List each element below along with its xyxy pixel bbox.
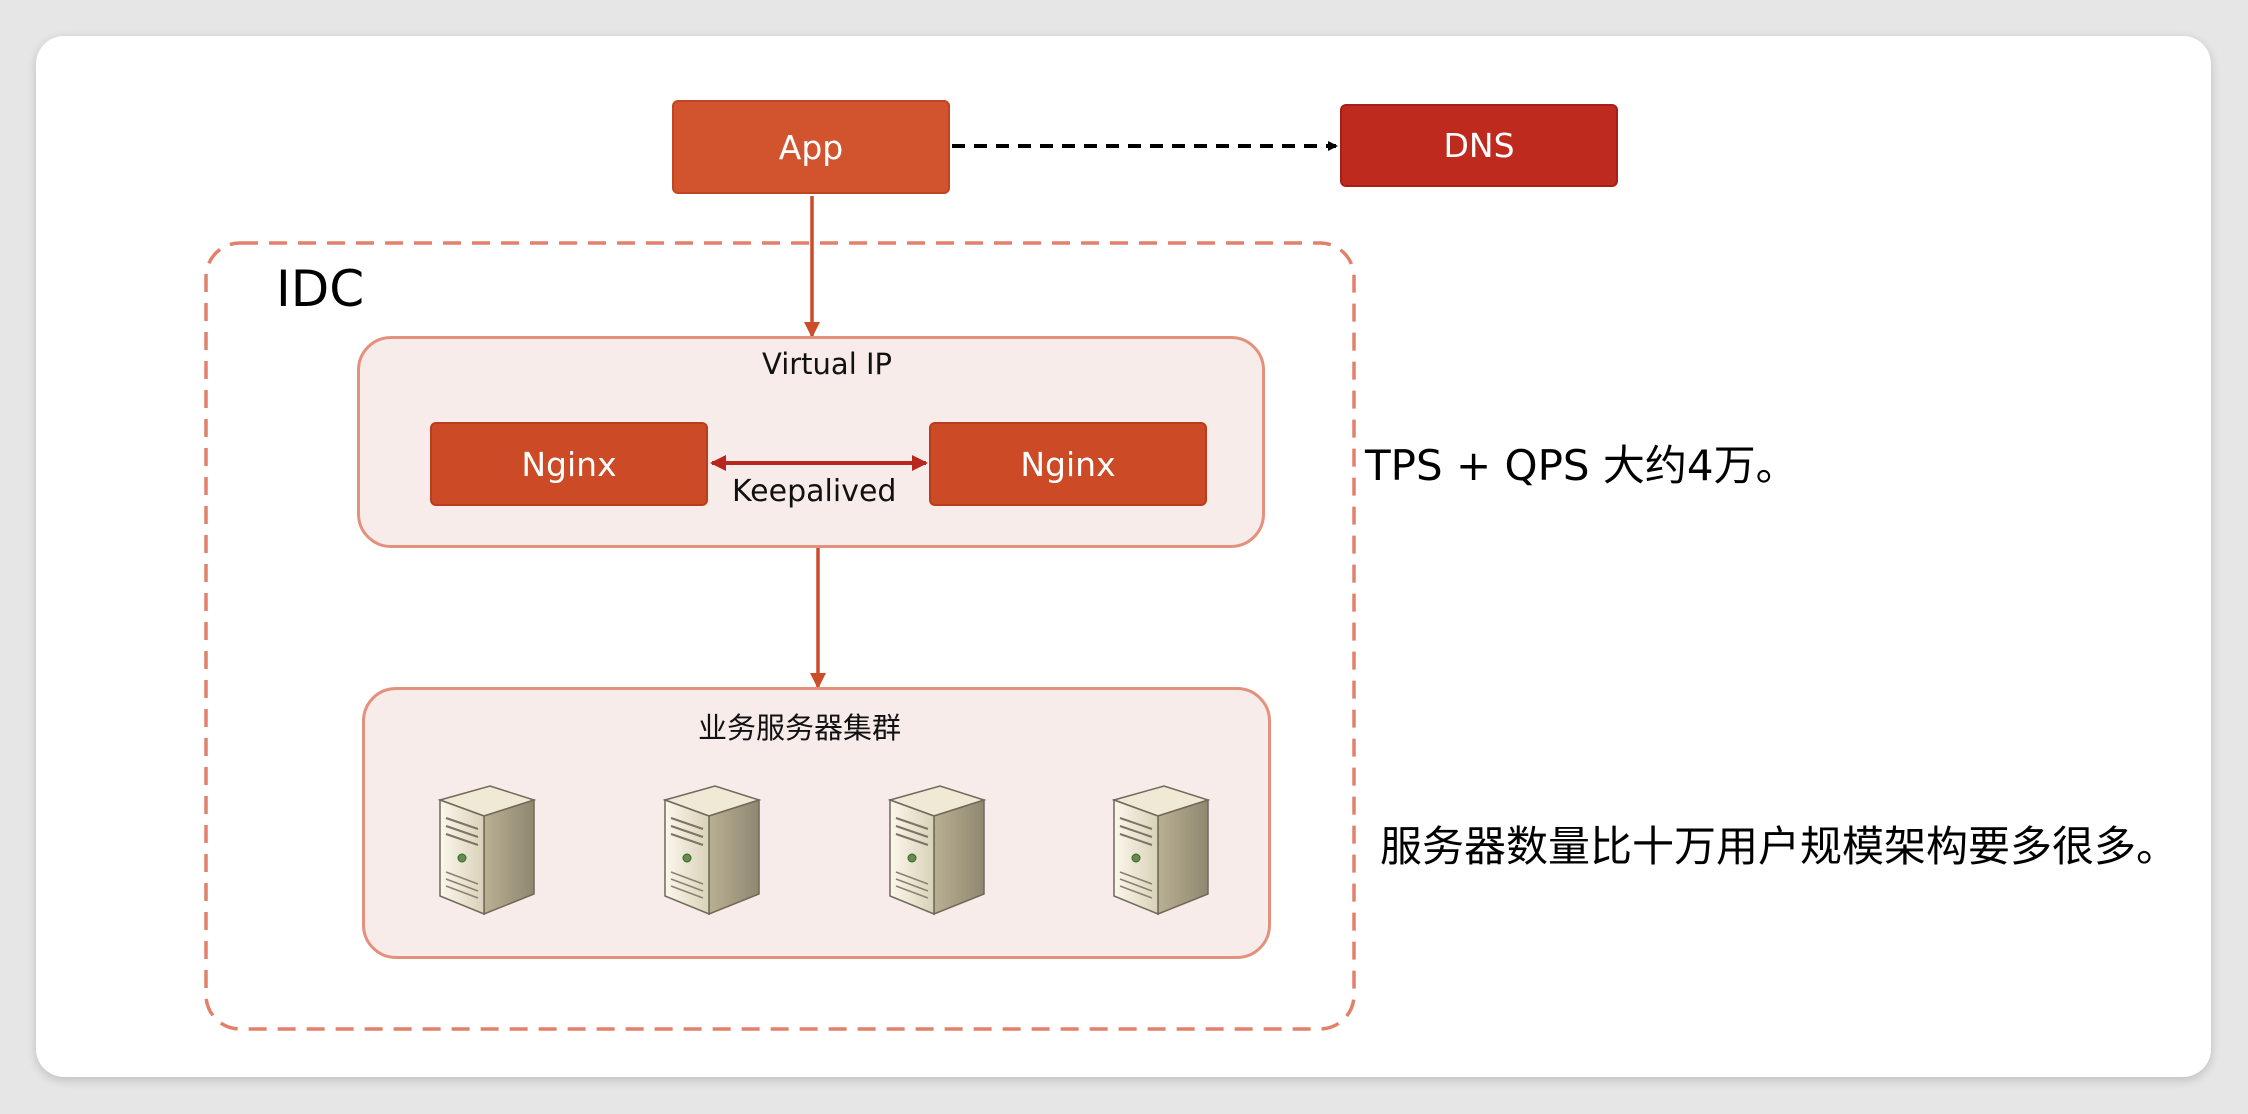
server-icon: [884, 776, 988, 920]
server-icon: [1108, 776, 1212, 920]
idc-label: IDC: [276, 260, 365, 318]
server-icon: [659, 776, 763, 920]
nginx-node-left: Nginx: [430, 422, 708, 506]
keepalived-label: Keepalived: [732, 474, 897, 509]
nginx-node-right: Nginx: [929, 422, 1207, 506]
server-count-note: 服务器数量比十万用户规模架构要多很多。: [1380, 822, 2179, 871]
server-cluster-label: 业务服务器集群: [698, 711, 902, 745]
app-node: App: [672, 100, 950, 194]
diagram-canvas: IDC App DNS Virtual IP Nginx Nginx Keepa…: [0, 0, 2248, 1114]
virtual-ip-label: Virtual IP: [762, 347, 893, 381]
server-icon: [434, 776, 538, 920]
dns-node: DNS: [1340, 104, 1618, 187]
tps-qps-note: TPS + QPS 大约4万。: [1365, 441, 1798, 490]
